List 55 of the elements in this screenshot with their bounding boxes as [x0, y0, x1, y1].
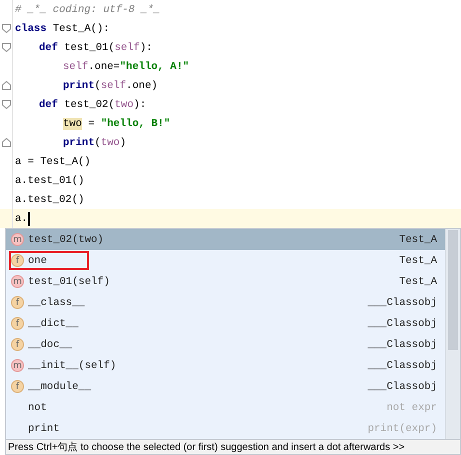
- code-token: print: [63, 80, 95, 92]
- code-token: self: [63, 60, 88, 72]
- field-icon: f: [11, 380, 24, 393]
- field-icon: f: [11, 317, 24, 330]
- code-token: test_01(: [63, 42, 115, 54]
- code-token: test_02(: [63, 98, 115, 110]
- fold-icon[interactable]: [2, 138, 10, 147]
- completion-item[interactable]: print print(expr): [6, 418, 445, 439]
- code-token: (: [94, 80, 101, 92]
- completion-item[interactable]: not not expr: [6, 397, 445, 418]
- fold-icon[interactable]: [2, 81, 10, 90]
- code-token: a.: [15, 212, 28, 224]
- code-token: ):: [140, 42, 152, 54]
- code-token: =: [87, 118, 96, 130]
- code-token: a = Test_A(): [15, 156, 91, 168]
- fold-icon[interactable]: [2, 43, 10, 52]
- code-token: "hello, A!": [120, 60, 190, 72]
- code-token: "hello, B!": [100, 118, 170, 130]
- field-icon: f: [11, 296, 24, 309]
- completion-item[interactable]: m __init__(self) ___Classobj: [6, 355, 445, 376]
- code-token: Test_A():: [52, 22, 110, 34]
- code-token: ):: [134, 98, 146, 110]
- code-token: two: [100, 136, 120, 148]
- code-token: a.test_01(): [15, 174, 84, 186]
- code-token: two: [63, 118, 82, 130]
- completion-item[interactable]: f __class__ ___Classobj: [6, 292, 445, 313]
- code-token: ): [120, 136, 126, 148]
- completion-item[interactable]: m test_02(two) Test_A: [6, 229, 445, 250]
- hint-text: Press Ctrl+句点 to choose the selected (or first) suggestion and insert a dot afterwards >>: [6, 439, 460, 454]
- code-token: .one): [126, 80, 158, 92]
- field-icon: f: [11, 254, 24, 267]
- completion-item[interactable]: f __module__ ___Classobj: [6, 376, 445, 397]
- text-caret: [28, 212, 30, 226]
- completion-item[interactable]: f __doc__ ___Classobj: [6, 334, 445, 355]
- scrollbar[interactable]: [445, 229, 460, 439]
- fold-icon[interactable]: [2, 100, 10, 109]
- code-token: self: [100, 80, 126, 92]
- code-token: # _*_ coding: utf-8 _*_: [15, 4, 160, 16]
- code-token: self: [114, 42, 140, 54]
- method-icon: m: [11, 359, 24, 372]
- method-icon: m: [11, 275, 24, 288]
- code-token: class: [15, 22, 47, 34]
- completion-item[interactable]: f one Test_A: [6, 250, 445, 271]
- field-icon: f: [11, 338, 24, 351]
- code-token: .one=: [88, 60, 120, 72]
- code-token: def: [39, 42, 58, 54]
- code-token: two: [114, 98, 134, 110]
- code-token: (: [94, 136, 101, 148]
- code-token: def: [39, 98, 58, 110]
- completion-item[interactable]: f __dict__ ___Classobj: [6, 313, 445, 334]
- method-icon: m: [11, 233, 24, 246]
- fold-icon[interactable]: [2, 24, 10, 33]
- completion-item[interactable]: m test_01(self) Test_A: [6, 271, 445, 292]
- code-token: print: [63, 136, 95, 148]
- code-token: a.test_02(): [15, 194, 84, 206]
